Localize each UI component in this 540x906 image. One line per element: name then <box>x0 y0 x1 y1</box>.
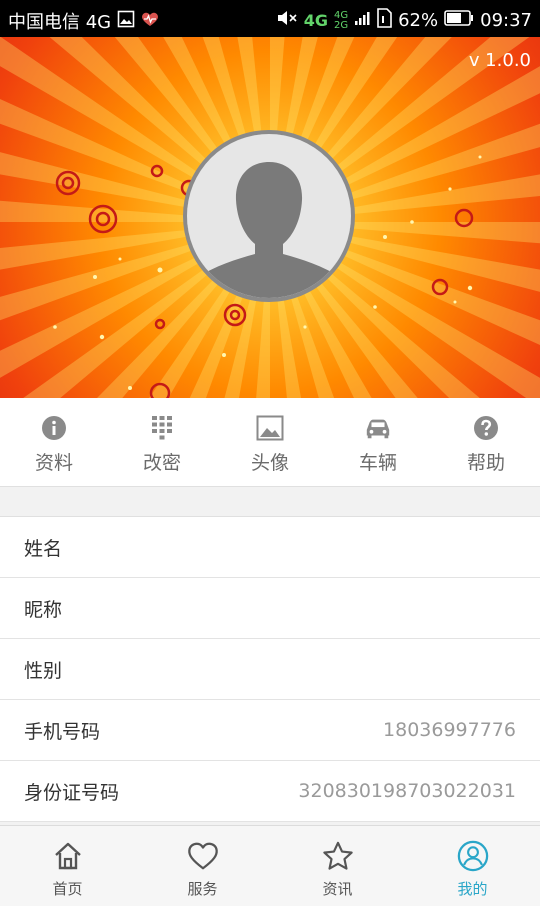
row-label: 手机号码 <box>24 720 101 743</box>
battery-percent: 62% <box>398 10 439 31</box>
row-gender[interactable]: 性别 <box>0 639 540 700</box>
action-label: 改密 <box>142 452 181 474</box>
sim-card-icon <box>376 8 392 33</box>
mute-icon <box>276 9 298 32</box>
heart-icon <box>187 840 219 872</box>
battery-icon <box>444 10 474 31</box>
tab-home[interactable]: 首页 <box>0 826 135 906</box>
row-value: 320830198703022031 <box>298 780 516 802</box>
row-label: 性别 <box>24 659 63 682</box>
car-icon <box>364 414 392 442</box>
row-id-number[interactable]: 身份证号码 320830198703022031 <box>0 761 540 822</box>
profile-info-list: 姓名 昵称 性别 手机号码 18036997776 身份证号码 32083019… <box>0 516 540 822</box>
action-vehicles[interactable]: 车辆 <box>324 398 432 486</box>
network-type-label: 4G <box>303 11 328 30</box>
avatar[interactable] <box>183 130 355 302</box>
star-icon <box>322 840 354 872</box>
default-avatar-silhouette-icon <box>187 134 351 298</box>
row-nickname[interactable]: 昵称 <box>0 578 540 639</box>
heart-monitor-icon <box>141 11 159 32</box>
quick-actions-bar: 资料 改密 头像 车辆 帮助 <box>0 398 540 487</box>
help-icon <box>472 414 500 442</box>
action-label: 头像 <box>250 452 289 474</box>
action-label: 资料 <box>34 452 73 474</box>
bottom-tab-bar: 首页 服务 资讯 我的 <box>0 825 540 906</box>
carrier-label: 中国电信 4G <box>8 12 112 33</box>
action-help[interactable]: 帮助 <box>432 398 540 486</box>
action-change-password[interactable]: 改密 <box>108 398 216 486</box>
action-avatar[interactable]: 头像 <box>216 398 324 486</box>
tab-label: 我的 <box>457 880 488 898</box>
action-profile-info[interactable]: 资料 <box>0 398 108 486</box>
tab-news[interactable]: 资讯 <box>270 826 405 906</box>
home-icon <box>52 840 84 872</box>
row-label: 昵称 <box>24 598 63 621</box>
row-value: 18036997776 <box>383 719 516 741</box>
tab-label: 资讯 <box>322 880 353 898</box>
tab-services[interactable]: 服务 <box>135 826 270 906</box>
profile-icon <box>457 840 489 872</box>
app-version: v 1.0.0 <box>468 50 531 71</box>
picture-notification-icon <box>117 10 135 33</box>
status-bar: 中国电信 4G 4G 4G 2G 62% 09:37 <box>0 0 540 37</box>
info-icon <box>40 414 68 442</box>
row-label: 姓名 <box>24 537 63 560</box>
row-label: 身份证号码 <box>24 781 120 804</box>
dual-network-indicator: 4G 2G <box>333 9 349 31</box>
row-phone[interactable]: 手机号码 18036997776 <box>0 700 540 761</box>
row-name[interactable]: 姓名 <box>0 517 540 578</box>
action-label: 车辆 <box>358 452 397 474</box>
tab-mine[interactable]: 我的 <box>405 826 540 906</box>
keypad-icon <box>148 414 176 442</box>
tab-label: 服务 <box>187 880 218 898</box>
tab-label: 首页 <box>52 880 83 898</box>
profile-banner: v 1.0.0 <box>0 37 540 398</box>
image-icon <box>256 414 284 442</box>
clock: 09:37 <box>480 10 532 31</box>
action-label: 帮助 <box>466 452 505 474</box>
signal-icon <box>354 10 370 31</box>
